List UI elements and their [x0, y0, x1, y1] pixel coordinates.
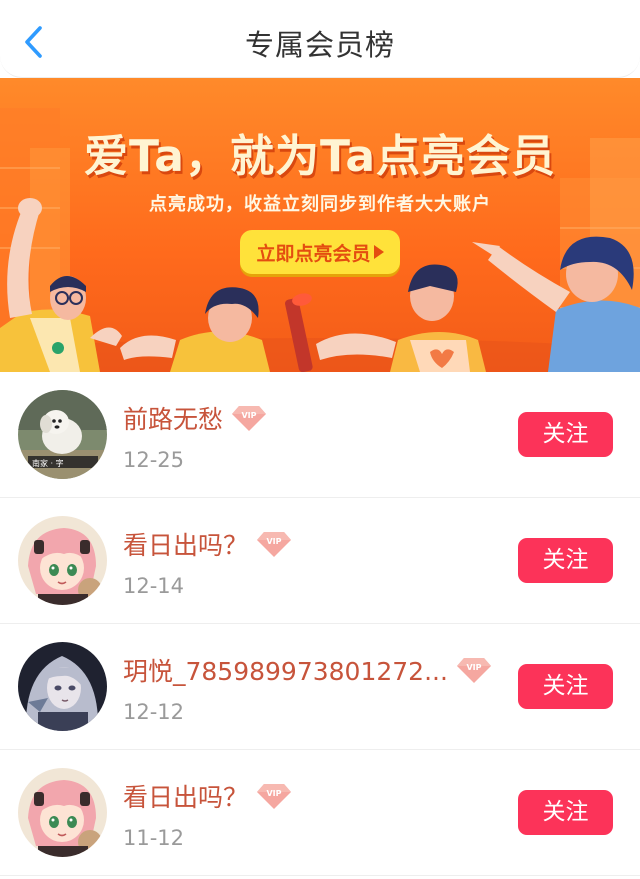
- name-line: 看日出吗？ VIP: [123, 778, 292, 814]
- name-line: 玥悦_785989973801272... VIP: [123, 652, 492, 688]
- anime-girl-pink-hair-avatar-icon: [18, 516, 107, 605]
- svg-text:VIP: VIP: [267, 789, 282, 798]
- page-title: 专属会员榜: [244, 28, 395, 62]
- top-bar: 专属会员榜: [0, 0, 640, 78]
- name-line: 看日出吗？ VIP: [123, 526, 292, 562]
- dark-anime-girl-avatar-icon: [18, 642, 107, 731]
- member-list: 南家 · 字 前路无愁 VIP 12-25 关注 看日出吗？ VIP 12-14…: [0, 372, 640, 876]
- follow-button[interactable]: 关注: [518, 664, 613, 709]
- svg-text:VIP: VIP: [267, 537, 282, 546]
- username[interactable]: 前路无愁: [123, 400, 223, 436]
- banner-subline: 点亮成功，收益立刻同步到作者大大账户: [149, 194, 491, 215]
- list-item[interactable]: 看日出吗？ VIP 12-14 关注: [0, 498, 640, 624]
- username[interactable]: 看日出吗？: [123, 778, 248, 814]
- member-date: 12-14: [123, 574, 185, 598]
- dog-photo-avatar-icon: 南家 · 字: [18, 390, 107, 479]
- list-item[interactable]: 南家 · 字 前路无愁 VIP 12-25 关注: [0, 372, 640, 498]
- list-item[interactable]: 看日出吗？ VIP 11-12 关注: [0, 750, 640, 876]
- anime-girl-pink-hair-avatar-icon: [18, 768, 107, 857]
- follow-button[interactable]: 关注: [518, 538, 613, 583]
- svg-text:VIP: VIP: [242, 411, 257, 420]
- light-up-membership-button[interactable]: 立即点亮会员: [240, 230, 400, 274]
- follow-button[interactable]: 关注: [518, 790, 613, 835]
- vip-diamond-icon: VIP: [232, 406, 267, 431]
- play-arrow-icon: [373, 245, 384, 259]
- follow-button[interactable]: 关注: [518, 412, 613, 457]
- avatar[interactable]: [18, 516, 107, 605]
- name-line: 前路无愁 VIP: [123, 400, 267, 436]
- member-date: 12-25: [123, 448, 185, 472]
- member-date: 12-12: [123, 700, 185, 724]
- member-date: 11-12: [123, 826, 185, 850]
- promo-banner[interactable]: 爱Ta，就为Ta点亮会员 点亮成功，收益立刻同步到作者大大账户 立即点亮会员: [0, 78, 640, 372]
- cta-label: 立即点亮会员: [256, 242, 371, 265]
- vip-diamond-icon: VIP: [456, 658, 491, 683]
- svg-text:南家 · 字: 南家 · 字: [32, 458, 64, 468]
- avatar[interactable]: [18, 642, 107, 731]
- username[interactable]: 玥悦_785989973801272...: [123, 652, 448, 688]
- vip-diamond-icon: VIP: [257, 784, 292, 809]
- banner-headline: 爱Ta，就为Ta点亮会员: [83, 131, 557, 182]
- vip-diamond-icon: VIP: [257, 532, 292, 557]
- avatar[interactable]: 南家 · 字: [18, 390, 107, 479]
- avatar[interactable]: [18, 768, 107, 857]
- username[interactable]: 看日出吗？: [123, 526, 248, 562]
- list-item[interactable]: 玥悦_785989973801272... VIP 12-12 关注: [0, 624, 640, 750]
- svg-text:VIP: VIP: [466, 663, 481, 672]
